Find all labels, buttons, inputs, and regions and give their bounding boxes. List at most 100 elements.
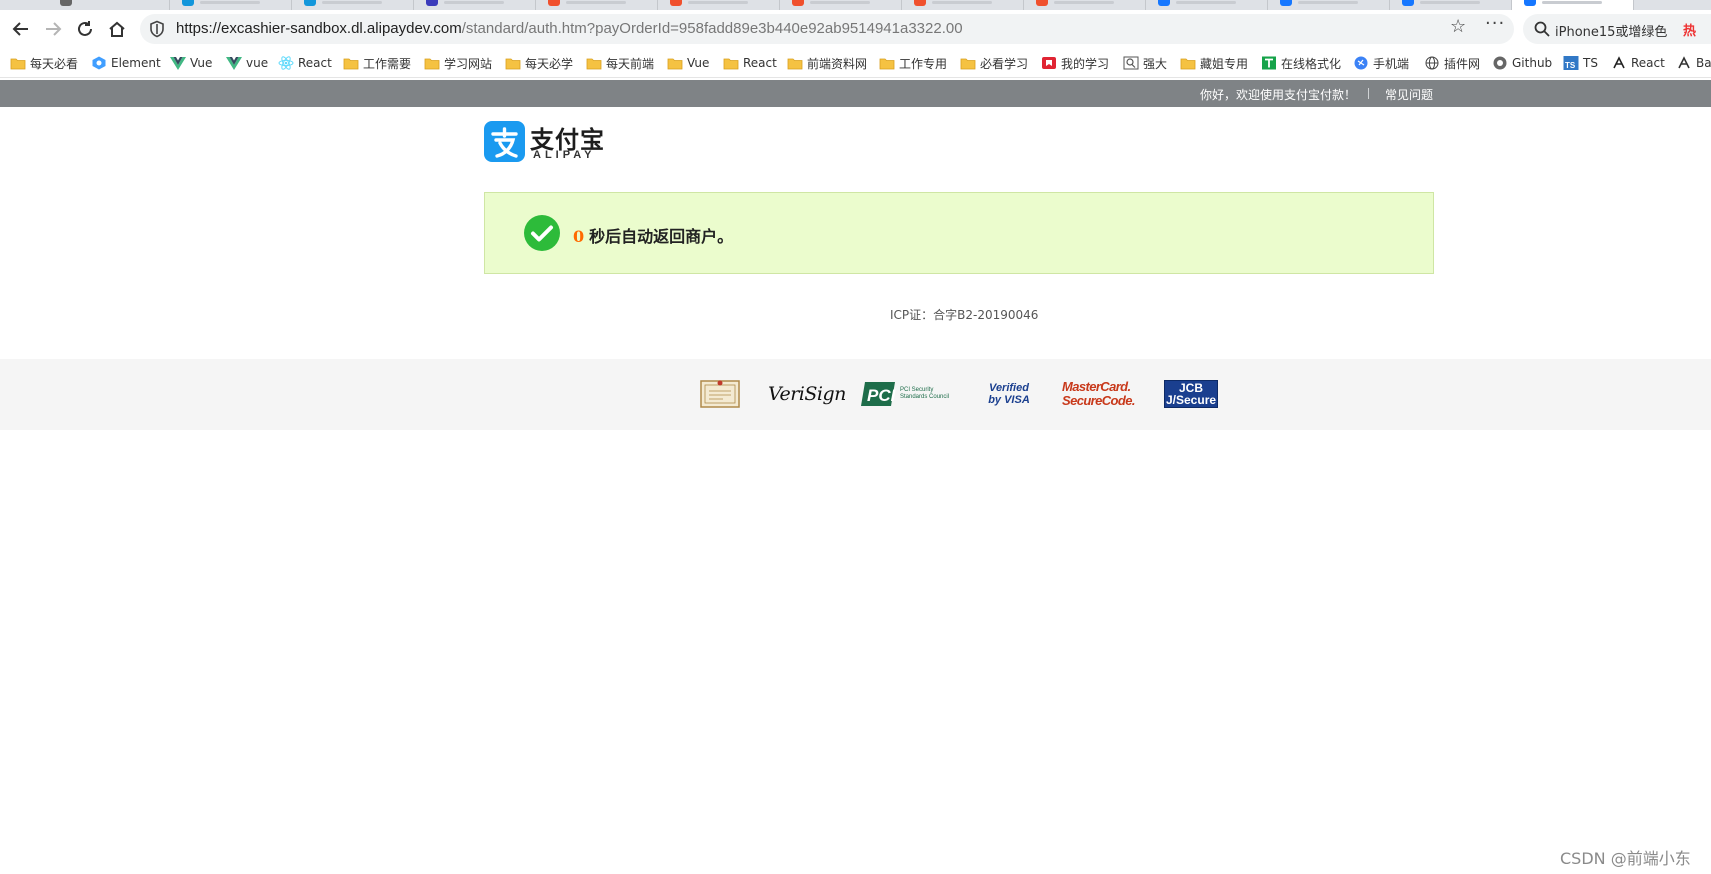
icp-license: ICP证：合字B2-20190046 (890, 308, 1039, 322)
shield-icon[interactable] (148, 20, 166, 38)
ba-icon (1676, 56, 1692, 70)
bookmark-item[interactable]: vue (226, 55, 268, 71)
bookmark-item[interactable]: Vue (667, 55, 709, 71)
bookmark-label: Vue (687, 56, 710, 70)
home-icon (109, 21, 125, 37)
bookmark-item[interactable]: Ba (1676, 55, 1711, 71)
browser-tab[interactable] (1268, 0, 1390, 10)
bookmark-label: 每天必学 (525, 56, 574, 71)
bookmark-label: 前端资料网 (807, 56, 868, 71)
react-icon (278, 56, 294, 70)
countdown-seconds: 0 (573, 227, 585, 246)
search-box-icon (1123, 56, 1139, 70)
bookmark-item[interactable]: 插件网 (1424, 55, 1480, 71)
bookmark-item[interactable]: Vue (170, 55, 212, 71)
browser-tab[interactable] (414, 0, 536, 10)
bookmark-label: TS (1583, 56, 1598, 70)
browser-tab[interactable] (0, 0, 170, 10)
vue-icon (226, 56, 242, 70)
browser-tab[interactable] (292, 0, 414, 10)
bookmark-item[interactable]: React (1611, 55, 1665, 71)
bookmark-item[interactable]: Github (1492, 55, 1552, 71)
pci-badge: PCI PCI Security Standards Council (861, 377, 956, 411)
mobile-icon (1353, 56, 1369, 70)
bookmark-label: 学习网站 (444, 56, 493, 71)
bookmark-label: 我的学习 (1061, 56, 1110, 71)
browser-tab[interactable] (780, 0, 902, 10)
bookmark-item[interactable]: 在线格式化 (1261, 55, 1341, 71)
svg-text:TS: TS (1565, 61, 1576, 70)
bookmark-item[interactable]: 每天必看 (10, 55, 78, 71)
bookmark-label: 每天必看 (30, 56, 79, 71)
home-button[interactable] (104, 16, 130, 42)
bookmark-item[interactable]: 每天前端 (586, 55, 654, 71)
browser-tab[interactable] (170, 0, 292, 10)
bookmark-label: React (1631, 56, 1665, 70)
bookmark-item[interactable]: TS TS (1563, 55, 1598, 71)
jcb-jsecure-badge: JCB J/Secure (1164, 380, 1218, 408)
browser-tab[interactable] (658, 0, 780, 10)
svg-text:PCI: PCI (867, 386, 897, 405)
reload-icon (78, 21, 92, 36)
bookmark-label: Github (1512, 56, 1553, 70)
browser-tab[interactable] (902, 0, 1024, 10)
more-menu-icon[interactable]: ··· (1485, 13, 1505, 34)
divider (1368, 88, 1369, 99)
bookmark-item[interactable]: React (723, 55, 777, 71)
bookmark-item[interactable]: 工作需要 (343, 55, 411, 71)
bookmark-item[interactable]: 必看学习 (960, 55, 1028, 71)
faq-link[interactable]: 常见问题 (1385, 86, 1433, 103)
browser-tab[interactable] (1390, 0, 1512, 10)
folder-icon (787, 56, 803, 70)
bookmark-label: Vue (190, 56, 213, 70)
bookmark-item[interactable]: 每天必学 (505, 55, 573, 71)
redirect-notice: 0 秒后自动返回商户。 (484, 192, 1434, 274)
browser-toolbar: https://excashier-sandbox.dl.alipaydev.c… (0, 10, 1711, 48)
browser-tab-active[interactable] (1512, 0, 1634, 10)
alipay-logo[interactable]: 支付宝 ALIPAY (484, 121, 614, 163)
bookmark-label: 强大 (1143, 56, 1168, 71)
address-bar[interactable]: https://excashier-sandbox.dl.alipaydev.c… (140, 14, 1514, 44)
folder-icon (343, 56, 359, 70)
browser-tab[interactable] (536, 0, 658, 10)
globe-icon (1424, 56, 1440, 70)
element-icon (91, 56, 107, 70)
bookmark-item[interactable]: 手机端 (1353, 55, 1409, 71)
folder-icon (586, 56, 602, 70)
search-box[interactable]: iPhone15或增绿色 热 (1523, 14, 1711, 44)
verified-by-visa-badge: Verified by VISA (988, 382, 1030, 406)
folder-icon (1180, 56, 1196, 70)
bookmark-star-icon[interactable]: ☆ (1450, 16, 1466, 37)
back-button[interactable] (8, 16, 34, 42)
browser-tab[interactable] (1024, 0, 1146, 10)
search-suggestion: iPhone15或增绿色 (1555, 25, 1668, 40)
folder-icon (424, 56, 440, 70)
bookmark-item[interactable]: 前端资料网 (787, 55, 867, 71)
success-check-icon (524, 215, 560, 251)
bookmark-item[interactable]: 强大 (1123, 55, 1167, 71)
react-dark-icon (1611, 56, 1627, 70)
redirect-message: 0 秒后自动返回商户。 (573, 223, 733, 247)
format-icon (1261, 56, 1277, 70)
bookmarks-bar: 每天必看 Element Vue vue React 工作需要 学习网站 每天必学 每天前端 Vu… (0, 48, 1711, 78)
search-icon (1534, 21, 1550, 37)
csdn-watermark: CSDN @前端小东 (1560, 849, 1691, 868)
forward-button[interactable] (40, 16, 66, 42)
bookmark-item[interactable]: Element (91, 55, 161, 71)
bookmark-label: 每天前端 (606, 56, 655, 71)
alipay-logo-sub: ALIPAY (533, 149, 596, 161)
bookmark-label: vue (246, 56, 269, 70)
bookmark-item[interactable]: 学习网站 (424, 55, 492, 71)
folder-icon (723, 56, 739, 70)
verisign-badge: VeriSign (768, 383, 846, 405)
reload-button[interactable] (72, 16, 98, 42)
bookmark-item[interactable]: 我的学习 (1041, 55, 1109, 71)
browser-tab[interactable] (1146, 0, 1268, 10)
bookmark-item[interactable]: 藏姐专用 (1180, 55, 1248, 71)
bookmark-item[interactable]: React (278, 55, 332, 71)
url-text[interactable]: https://excashier-sandbox.dl.alipaydev.c… (176, 20, 963, 37)
bookmark-item[interactable]: 工作专用 (879, 55, 947, 71)
alipay-logo-icon (484, 121, 525, 162)
bookmark-label: 插件网 (1444, 56, 1481, 71)
bookmark-label: 工作专用 (899, 56, 948, 71)
